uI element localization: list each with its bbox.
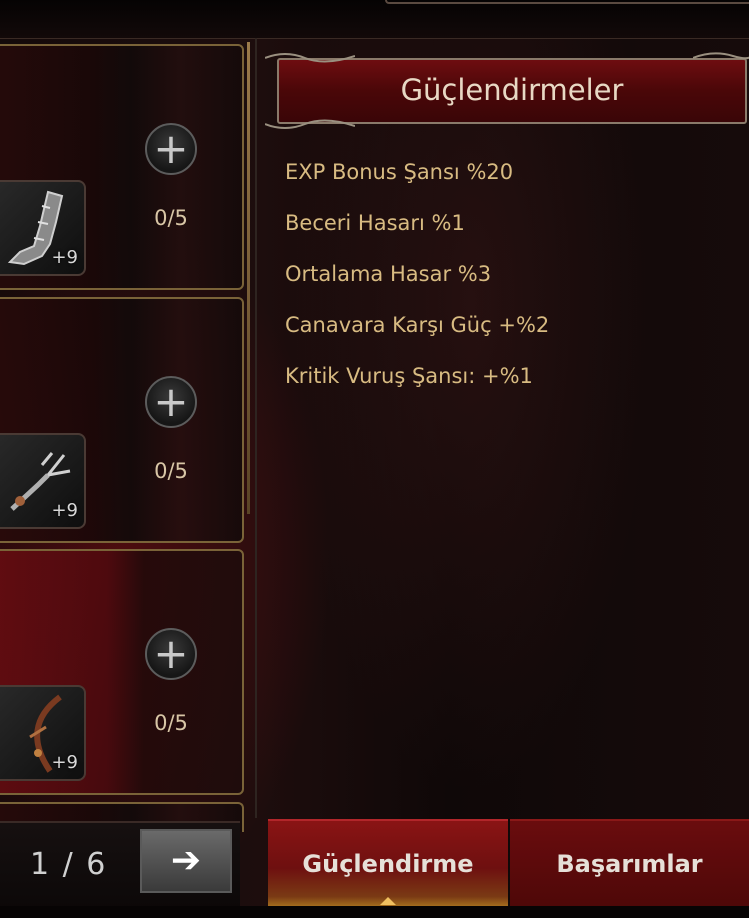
item-icon-box[interactable]: +9 [0, 180, 86, 276]
bonus-item: Ortalama Hasar %3 [285, 262, 492, 286]
slot-count: 0/5 [154, 459, 188, 483]
scrollbar[interactable] [247, 42, 250, 514]
slot-count: 0/5 [154, 711, 188, 735]
item-slot: +9 + 0/5 [0, 44, 244, 290]
page-indicator: 1 / 6 [30, 847, 108, 882]
caret-up-icon [380, 897, 396, 905]
bonus-item: Canavara Karşı Güç +%2 [285, 313, 550, 337]
arrow-right-icon: ➔ [170, 840, 202, 881]
item-level: +9 [51, 247, 78, 268]
item-level: +9 [51, 752, 78, 773]
vine-ornament-icon [265, 119, 355, 129]
tab-basarimlar[interactable]: Başarımlar [510, 819, 749, 907]
item-level: +9 [51, 500, 78, 521]
item-slot: +9 + 0/5 [0, 549, 244, 795]
item-icon-box[interactable]: +9 [0, 433, 86, 529]
item-icon-box[interactable]: +9 [0, 685, 86, 781]
top-frame-edge [385, 0, 749, 4]
plus-icon: + [153, 124, 189, 173]
pagination: 1 / 6 ➔ [0, 821, 240, 911]
add-button[interactable]: + [145, 123, 197, 175]
tab-guclendirme[interactable]: Güçlendirme [268, 819, 508, 907]
panel-title-bar: Güçlendirmeler [265, 52, 749, 129]
vine-ornament-icon [265, 53, 355, 63]
plus-icon: + [153, 377, 189, 426]
next-page-button[interactable]: ➔ [140, 829, 232, 893]
bonus-panel: Güçlendirmeler EXP Bonus Şansı %20 Becer… [255, 38, 749, 818]
panel-title: Güçlendirmeler [400, 73, 624, 107]
bonus-item: EXP Bonus Şansı %20 [285, 160, 514, 184]
tab-label: Başarımlar [556, 850, 703, 878]
bonus-item: Beceri Hasarı %1 [285, 211, 465, 235]
item-slot-list: +9 + 0/5 +9 + 0/5 +9 + 0/5 [0, 42, 250, 832]
bottom-tabs: Güçlendirme Başarımlar [268, 819, 749, 909]
item-slot: +9 + 0/5 [0, 297, 244, 543]
plus-icon: + [153, 629, 189, 678]
top-strip [0, 0, 749, 39]
vine-ornament-icon [693, 52, 749, 60]
add-button[interactable]: + [145, 376, 197, 428]
tab-label: Güçlendirme [302, 850, 474, 878]
bonus-list: EXP Bonus Şansı %20 Beceri Hasarı %1 Ort… [285, 158, 549, 413]
bonus-item: Kritik Vuruş Şansı: +%1 [285, 364, 533, 388]
slot-count: 0/5 [154, 206, 188, 230]
bottom-band [0, 906, 749, 918]
add-button[interactable]: + [145, 628, 197, 680]
